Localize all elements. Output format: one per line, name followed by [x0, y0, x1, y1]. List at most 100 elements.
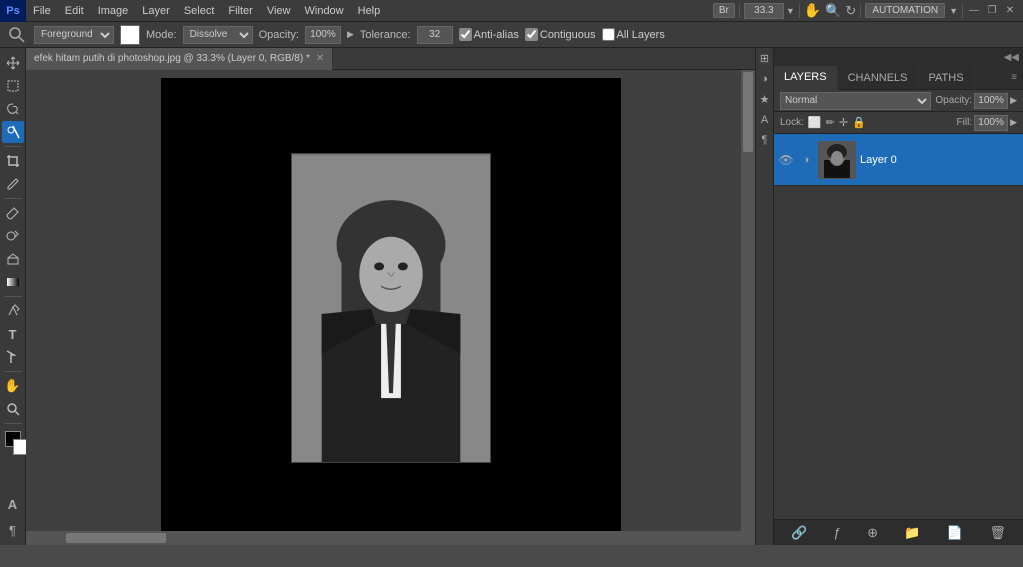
layer-name: Layer 0	[860, 154, 1019, 166]
text-type-tool[interactable]: A	[2, 493, 24, 515]
separator-3	[4, 296, 22, 297]
vertical-scrollbar[interactable]	[741, 70, 755, 545]
adjustments-icon[interactable]: ◑	[761, 73, 768, 85]
tolerance-input[interactable]	[417, 26, 453, 44]
bridge-button[interactable]: Br	[713, 3, 735, 18]
pen-tool[interactable]	[2, 300, 24, 322]
menu-file[interactable]: File	[26, 0, 58, 21]
side-panel: ◀◀ LAYERS CHANNELS PATHS ≡ Normal Opacit…	[773, 48, 1023, 545]
menu-edit[interactable]: Edit	[58, 0, 91, 21]
active-tool-icon	[6, 24, 28, 46]
lock-transparent-icon[interactable]: ⬜	[808, 116, 822, 129]
new-group-btn[interactable]: 📁	[900, 525, 924, 541]
clone-stamp-tool[interactable]	[2, 225, 24, 247]
zoom-tool-icon[interactable]: 🔍	[825, 3, 841, 19]
add-style-btn[interactable]: ƒ	[830, 525, 845, 540]
magic-wand-tool[interactable]	[2, 121, 24, 143]
paragraph-tool[interactable]: ¶	[2, 519, 24, 541]
layers-icon[interactable]: ⊞	[760, 52, 769, 65]
add-mask-btn[interactable]: ⊕	[863, 525, 882, 541]
zoom-input[interactable]	[744, 3, 784, 19]
rotate-icon[interactable]: ↻	[845, 3, 856, 19]
separator-1	[4, 146, 22, 147]
all-layers-option[interactable]: All Layers	[602, 28, 665, 41]
horizontal-scrollbar[interactable]	[26, 531, 755, 545]
opacity-input[interactable]	[305, 26, 341, 44]
tab-layers[interactable]: LAYERS	[774, 66, 838, 90]
layers-options: Normal Opacity: ▶	[774, 90, 1023, 112]
zoom-arrow[interactable]: ▼	[786, 6, 795, 16]
menu-window[interactable]: Window	[298, 0, 351, 21]
menu-items: File Edit Image Layer Select Filter View…	[26, 0, 713, 21]
lock-image-icon[interactable]: ✏	[826, 116, 835, 129]
toolbar: T ✋ A ¶	[0, 48, 26, 545]
brush-tool[interactable]	[2, 202, 24, 224]
opacity-row: Opacity: ▶	[935, 93, 1017, 109]
color-swatch[interactable]	[120, 25, 140, 45]
paragraph-panel-icon[interactable]: ¶	[762, 134, 768, 146]
delete-layer-btn[interactable]: 🗑	[985, 525, 1010, 541]
fill-arrow[interactable]: ▶	[1010, 117, 1017, 128]
lock-all-icon[interactable]: 🔒	[852, 116, 866, 129]
zoom-controls: ▼	[744, 3, 795, 19]
menu-filter[interactable]: Filter	[221, 0, 259, 21]
canvas-tab-close[interactable]: ✕	[316, 53, 324, 64]
new-layer-btn[interactable]: 📄	[943, 525, 967, 541]
layer-effects-icon[interactable]: ◑	[798, 152, 814, 168]
foreground-select[interactable]: Foreground	[34, 26, 114, 44]
panel-collapse-left[interactable]: ◀◀	[1004, 52, 1019, 63]
close-button[interactable]: ✕	[1003, 4, 1017, 18]
eraser-tool[interactable]	[2, 248, 24, 270]
contiguous-checkbox[interactable]	[525, 28, 538, 41]
mode-select[interactable]: Dissolve	[183, 26, 253, 44]
options-bar: Foreground Mode: Dissolve Opacity: ▶ Tol…	[0, 22, 1023, 48]
minimize-button[interactable]: —	[967, 4, 981, 18]
anti-alias-option[interactable]: Anti-alias	[459, 28, 519, 41]
blend-mode-select[interactable]: Normal	[780, 92, 931, 110]
lock-position-icon[interactable]: ✛	[839, 116, 848, 129]
gradient-tool[interactable]	[2, 271, 24, 293]
automation-button[interactable]: AUTOMATION	[865, 3, 945, 18]
text-panel-icon[interactable]: A	[761, 114, 768, 126]
anti-alias-label: Anti-alias	[474, 29, 519, 41]
main-layout: T ✋ A ¶ efek hitam putih di photoshop.jp…	[0, 48, 1023, 545]
hand-tool[interactable]: ✋	[2, 375, 24, 397]
opacity-arrow[interactable]: ▶	[1010, 95, 1017, 106]
zoom-tool[interactable]	[2, 398, 24, 420]
menu-image[interactable]: Image	[91, 0, 136, 21]
canvas-scroll-area[interactable]	[26, 70, 755, 545]
eyedropper-tool[interactable]	[2, 173, 24, 195]
tab-channels[interactable]: CHANNELS	[838, 66, 919, 90]
contiguous-option[interactable]: Contiguous	[525, 28, 596, 41]
move-tool[interactable]	[2, 52, 24, 74]
layer-row[interactable]: 👁 ◑ Layer 0	[774, 134, 1023, 186]
menu-view[interactable]: View	[260, 0, 298, 21]
restore-button[interactable]: ❐	[985, 4, 999, 18]
lasso-tool[interactable]	[2, 98, 24, 120]
anti-alias-checkbox[interactable]	[459, 28, 472, 41]
menu-layer[interactable]: Layer	[135, 0, 177, 21]
panel-options-btn[interactable]: ≡	[1005, 66, 1023, 89]
panel-tabs: LAYERS CHANNELS PATHS ≡	[774, 66, 1023, 90]
menu-bar: Ps File Edit Image Layer Select Filter V…	[0, 0, 1023, 22]
fill-input[interactable]	[974, 115, 1008, 131]
hand-tool-icon[interactable]: ✋	[804, 2, 821, 19]
layers-lock-row: Lock: ⬜ ✏ ✛ 🔒 Fill: ▶	[774, 112, 1023, 134]
opacity-arrow[interactable]: ▶	[347, 29, 354, 40]
all-layers-checkbox[interactable]	[602, 28, 615, 41]
opacity-input[interactable]	[974, 93, 1008, 109]
separator-4	[4, 371, 22, 372]
menu-right: Br ▼ ✋ 🔍 ↻ AUTOMATION ▼ — ❐ ✕	[713, 2, 1023, 19]
text-tool[interactable]: T	[2, 323, 24, 345]
side-icons-strip: ⊞ ◑ ★ A ¶	[755, 48, 773, 545]
canvas-tab[interactable]: efek hitam putih di photoshop.jpg @ 33.3…	[26, 48, 333, 70]
path-select-tool[interactable]	[2, 346, 24, 368]
menu-select[interactable]: Select	[177, 0, 222, 21]
menu-help[interactable]: Help	[351, 0, 388, 21]
tab-paths[interactable]: PATHS	[919, 66, 975, 90]
styles-icon[interactable]: ★	[760, 93, 770, 106]
marquee-tool[interactable]	[2, 75, 24, 97]
crop-tool[interactable]	[2, 150, 24, 172]
layer-visibility-toggle[interactable]: 👁	[778, 152, 794, 168]
link-layers-btn[interactable]: 🔗	[787, 525, 811, 541]
